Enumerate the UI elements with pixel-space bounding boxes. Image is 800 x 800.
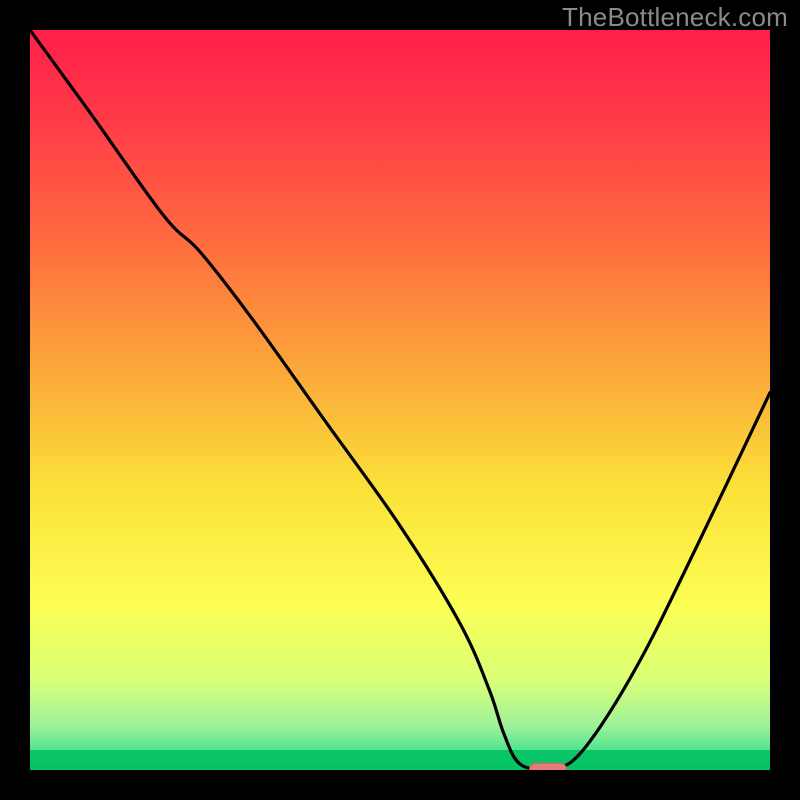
- chart-svg: [30, 30, 770, 770]
- watermark-text: TheBottleneck.com: [562, 2, 788, 33]
- plot-area: [30, 30, 770, 770]
- chart-container: TheBottleneck.com: [0, 0, 800, 800]
- optimal-point-marker: [530, 763, 567, 770]
- gradient-background: [30, 30, 770, 770]
- green-baseline-band: [30, 750, 770, 770]
